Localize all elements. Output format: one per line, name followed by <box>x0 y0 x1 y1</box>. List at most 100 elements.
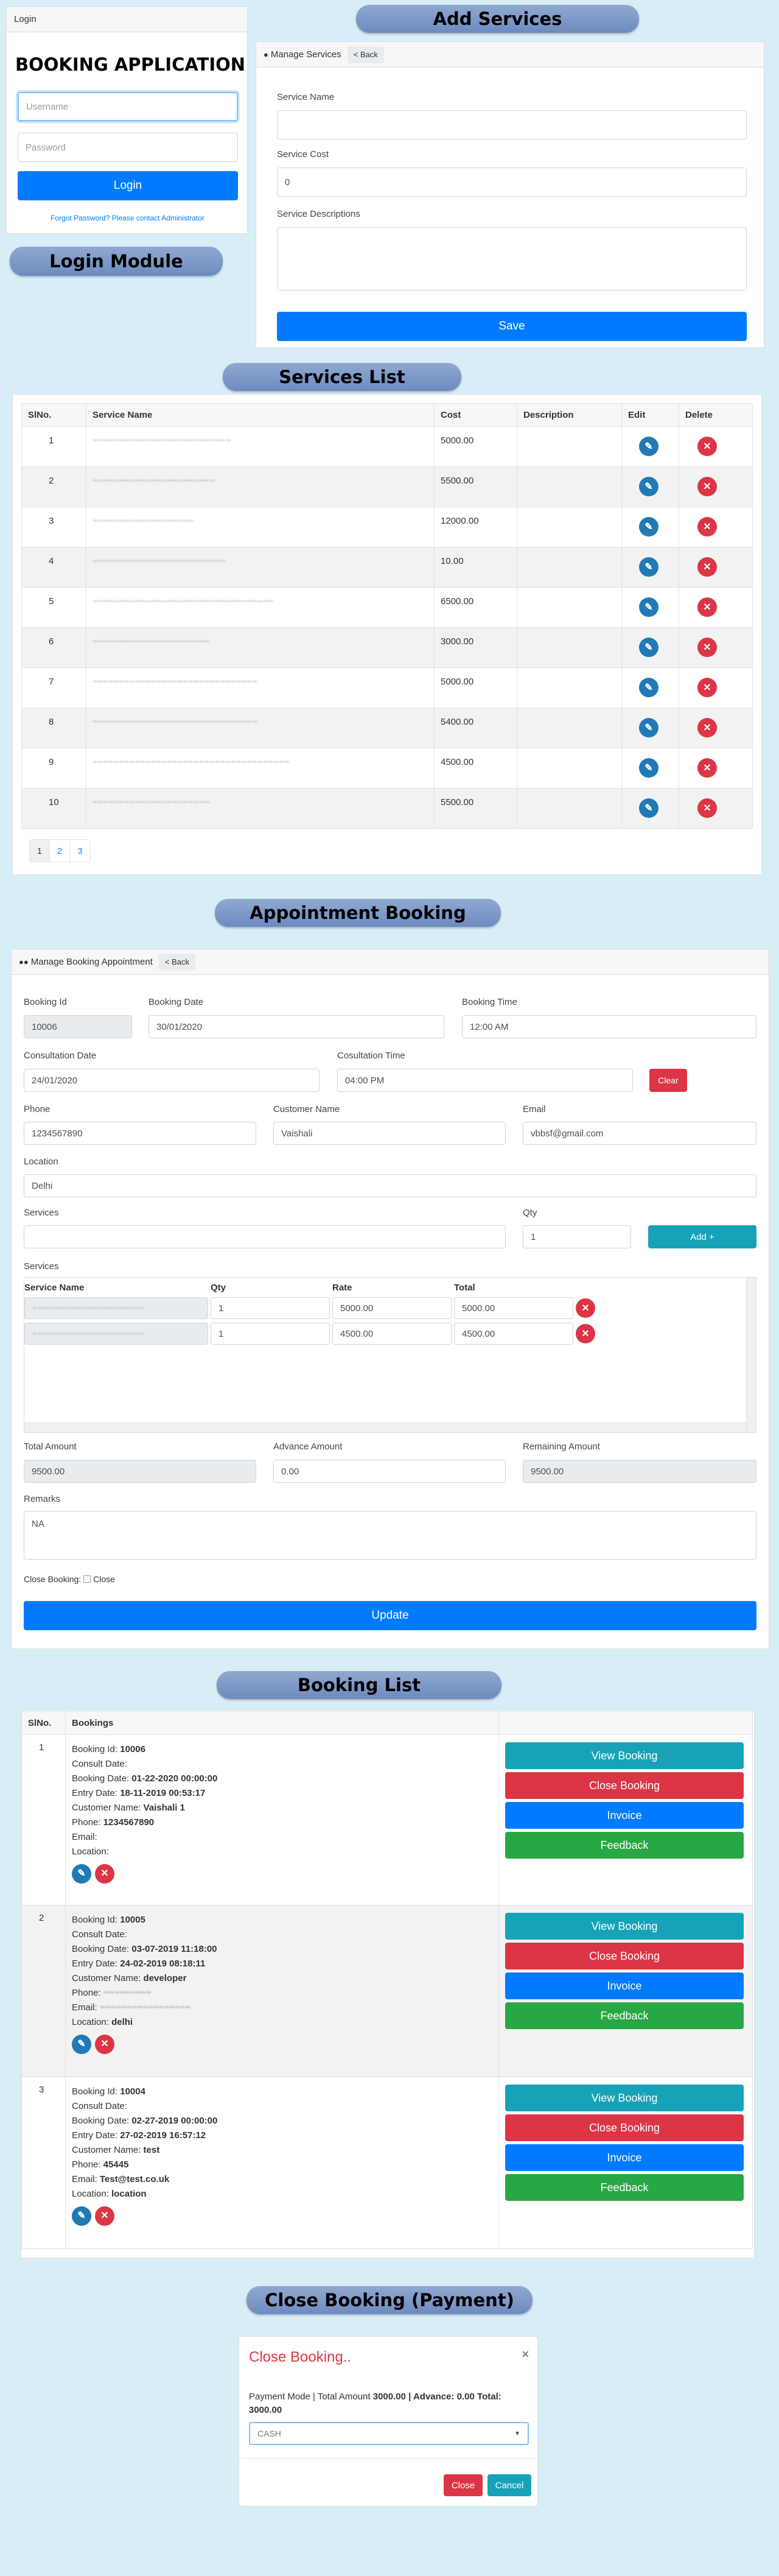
page-1[interactable]: 1 <box>30 840 50 862</box>
edit-icon[interactable]: ✎ <box>639 758 658 778</box>
delete-icon[interactable]: ✕ <box>697 798 717 818</box>
sv-row-1-name[interactable]: ~~~~~~~~~~~~~~~~~~~~~ <box>24 1297 208 1319</box>
horizontal-scrollbar[interactable] <box>24 1423 746 1432</box>
sv-row-2-delete-icon[interactable]: ✕ <box>576 1324 595 1343</box>
username-input[interactable]: Username <box>18 92 238 121</box>
view-booking-button[interactable]: View Booking <box>505 1913 744 1940</box>
feedback-button[interactable]: Feedback <box>505 2002 744 2029</box>
feedback-button[interactable]: Feedback <box>505 2174 744 2201</box>
consult-date-input[interactable]: 24/01/2020 <box>24 1069 320 1092</box>
service-desc-textarea[interactable] <box>277 227 747 290</box>
edit-icon[interactable]: ✎ <box>72 2035 91 2054</box>
booking-date-input[interactable]: 30/01/2020 <box>148 1015 444 1038</box>
vertical-scrollbar[interactable] <box>746 1278 756 1432</box>
sv-row-2-rate[interactable]: 4500.00 <box>332 1323 452 1345</box>
close-checkbox[interactable] <box>83 1575 91 1583</box>
location-input[interactable]: Delhi <box>24 1174 756 1197</box>
row-cost: 5500.00 <box>434 788 517 829</box>
edit-icon[interactable]: ✎ <box>72 2206 91 2226</box>
customer-label: Customer Name <box>273 1104 340 1114</box>
table-row: 9 ~~~~~~~~~~~~~~~~~~~~~~~~~~~~~~~~~~~~~ 45… <box>21 748 753 789</box>
edit-icon[interactable]: ✎ <box>639 477 658 496</box>
email-input[interactable]: vbbsf@gmail.com <box>523 1122 756 1145</box>
service-cost-input[interactable]: 0 <box>277 167 747 197</box>
forgot-password-link[interactable]: Forgot Password? Please contact Administ… <box>7 214 248 222</box>
edit-icon[interactable]: ✎ <box>639 638 658 657</box>
remaining-amount-input[interactable]: 9500.00 <box>523 1460 756 1483</box>
login-button[interactable]: Login <box>18 171 238 200</box>
page-3[interactable]: 3 <box>70 840 90 862</box>
phone-input[interactable]: 1234567890 <box>24 1122 256 1145</box>
close-booking-button[interactable]: Close Booking <box>505 1943 744 1969</box>
delete-icon[interactable]: ✕ <box>697 718 717 737</box>
add-service-button[interactable]: Add + <box>648 1225 756 1248</box>
invoice-button[interactable]: Invoice <box>505 1802 744 1829</box>
view-booking-button[interactable]: View Booking <box>505 2085 744 2111</box>
edit-icon[interactable]: ✎ <box>639 798 658 818</box>
delete-icon[interactable]: ✕ <box>697 557 717 577</box>
close-booking-button[interactable]: Close Booking <box>505 2114 744 2141</box>
row-delete: ✕ <box>679 466 753 507</box>
delete-icon[interactable]: ✕ <box>95 2035 114 2054</box>
save-button[interactable]: Save <box>277 312 747 341</box>
page-2[interactable]: 2 <box>50 840 70 862</box>
modal-close-icon[interactable]: × <box>522 2346 529 2362</box>
bk-details: Booking Id: 10004 Consult Date: Booking D… <box>65 2077 499 2249</box>
appointment-back-button[interactable]: < Back <box>158 953 195 971</box>
services-select[interactable] <box>24 1225 506 1248</box>
clear-button[interactable]: Clear <box>649 1069 687 1092</box>
remarks-textarea[interactable]: NA <box>24 1511 756 1560</box>
users-icon: ●● <box>19 957 29 966</box>
table-row: 6 ~~~~~~~~~~~~~~~~~~~~~~ 3000.00 ✎ ✕ <box>21 627 753 668</box>
back-button[interactable]: < Back <box>347 46 384 63</box>
bk-details: Booking Id: 10006 Consult Date: Booking D… <box>65 1734 499 1906</box>
password-input[interactable]: Password <box>18 133 238 162</box>
table-row: 10 ~~~~~~~~~~~~~~~~~~~~~~ 5500.00 ✎ ✕ <box>21 788 753 829</box>
delete-icon[interactable]: ✕ <box>697 597 717 617</box>
services-table: SlNo. Service Name Cost Description Edit… <box>21 403 753 829</box>
delete-icon[interactable]: ✕ <box>95 2206 114 2226</box>
customer-input[interactable]: Vaishali <box>273 1122 506 1145</box>
delete-icon[interactable]: ✕ <box>697 758 717 778</box>
edit-icon[interactable]: ✎ <box>639 718 658 737</box>
view-booking-button[interactable]: View Booking <box>505 1742 744 1769</box>
edit-icon[interactable]: ✎ <box>639 517 658 537</box>
sv-row-2-name[interactable]: ~~~~~~~~~~~~~~~~~~~~~ <box>24 1323 208 1345</box>
qty-input[interactable]: 1 <box>523 1225 631 1248</box>
delete-icon[interactable]: ✕ <box>697 477 717 496</box>
sv-row-1-delete-icon[interactable]: ✕ <box>576 1298 595 1318</box>
close-booking-button[interactable]: Close Booking <box>505 1772 744 1799</box>
delete-icon[interactable]: ✕ <box>697 517 717 537</box>
consult-time-input[interactable]: 04:00 PM <box>337 1069 633 1092</box>
total-amount-input[interactable]: 9500.00 <box>24 1460 256 1483</box>
edit-icon[interactable]: ✎ <box>639 557 658 577</box>
edit-icon[interactable]: ✎ <box>639 437 658 456</box>
booking-time-input[interactable]: 12:00 AM <box>462 1015 756 1038</box>
invoice-button[interactable]: Invoice <box>505 2144 744 2171</box>
service-name-input[interactable] <box>277 110 747 139</box>
edit-icon[interactable]: ✎ <box>72 1864 91 1884</box>
sv-row-1-rate[interactable]: 5000.00 <box>332 1297 452 1319</box>
advance-amount-input[interactable]: 0.00 <box>273 1460 506 1483</box>
delete-icon[interactable]: ✕ <box>697 638 717 657</box>
edit-icon[interactable]: ✎ <box>639 597 658 617</box>
delete-icon[interactable]: ✕ <box>697 437 717 456</box>
table-row: 3 ~~~~~~~~~~~~~~~~~~~ 12000.00 ✎ ✕ <box>21 507 753 547</box>
payment-mode-select[interactable]: CASH ▼ <box>249 2422 529 2445</box>
delete-icon[interactable]: ✕ <box>95 1864 114 1884</box>
consult-date-label: Consultation Date <box>24 1050 97 1061</box>
sv-row-1-total[interactable]: 5000.00 <box>454 1297 573 1319</box>
edit-icon[interactable]: ✎ <box>639 678 658 697</box>
sv-row-2-total[interactable]: 4500.00 <box>454 1323 573 1345</box>
delete-icon[interactable]: ✕ <box>697 678 717 697</box>
row-delete: ✕ <box>679 748 753 789</box>
update-button[interactable]: Update <box>24 1601 756 1630</box>
sv-row-2-qty[interactable]: 1 <box>211 1323 330 1345</box>
invoice-button[interactable]: Invoice <box>505 1972 744 1999</box>
modal-cancel-button[interactable]: Cancel <box>487 2474 531 2496</box>
sv-row-1-qty[interactable]: 1 <box>211 1297 330 1319</box>
modal-close-button[interactable]: Close <box>444 2474 483 2496</box>
booking-id-input[interactable]: 10006 <box>24 1015 132 1038</box>
feedback-button[interactable]: Feedback <box>505 1832 744 1859</box>
sv-col-rate: Rate <box>332 1283 352 1293</box>
